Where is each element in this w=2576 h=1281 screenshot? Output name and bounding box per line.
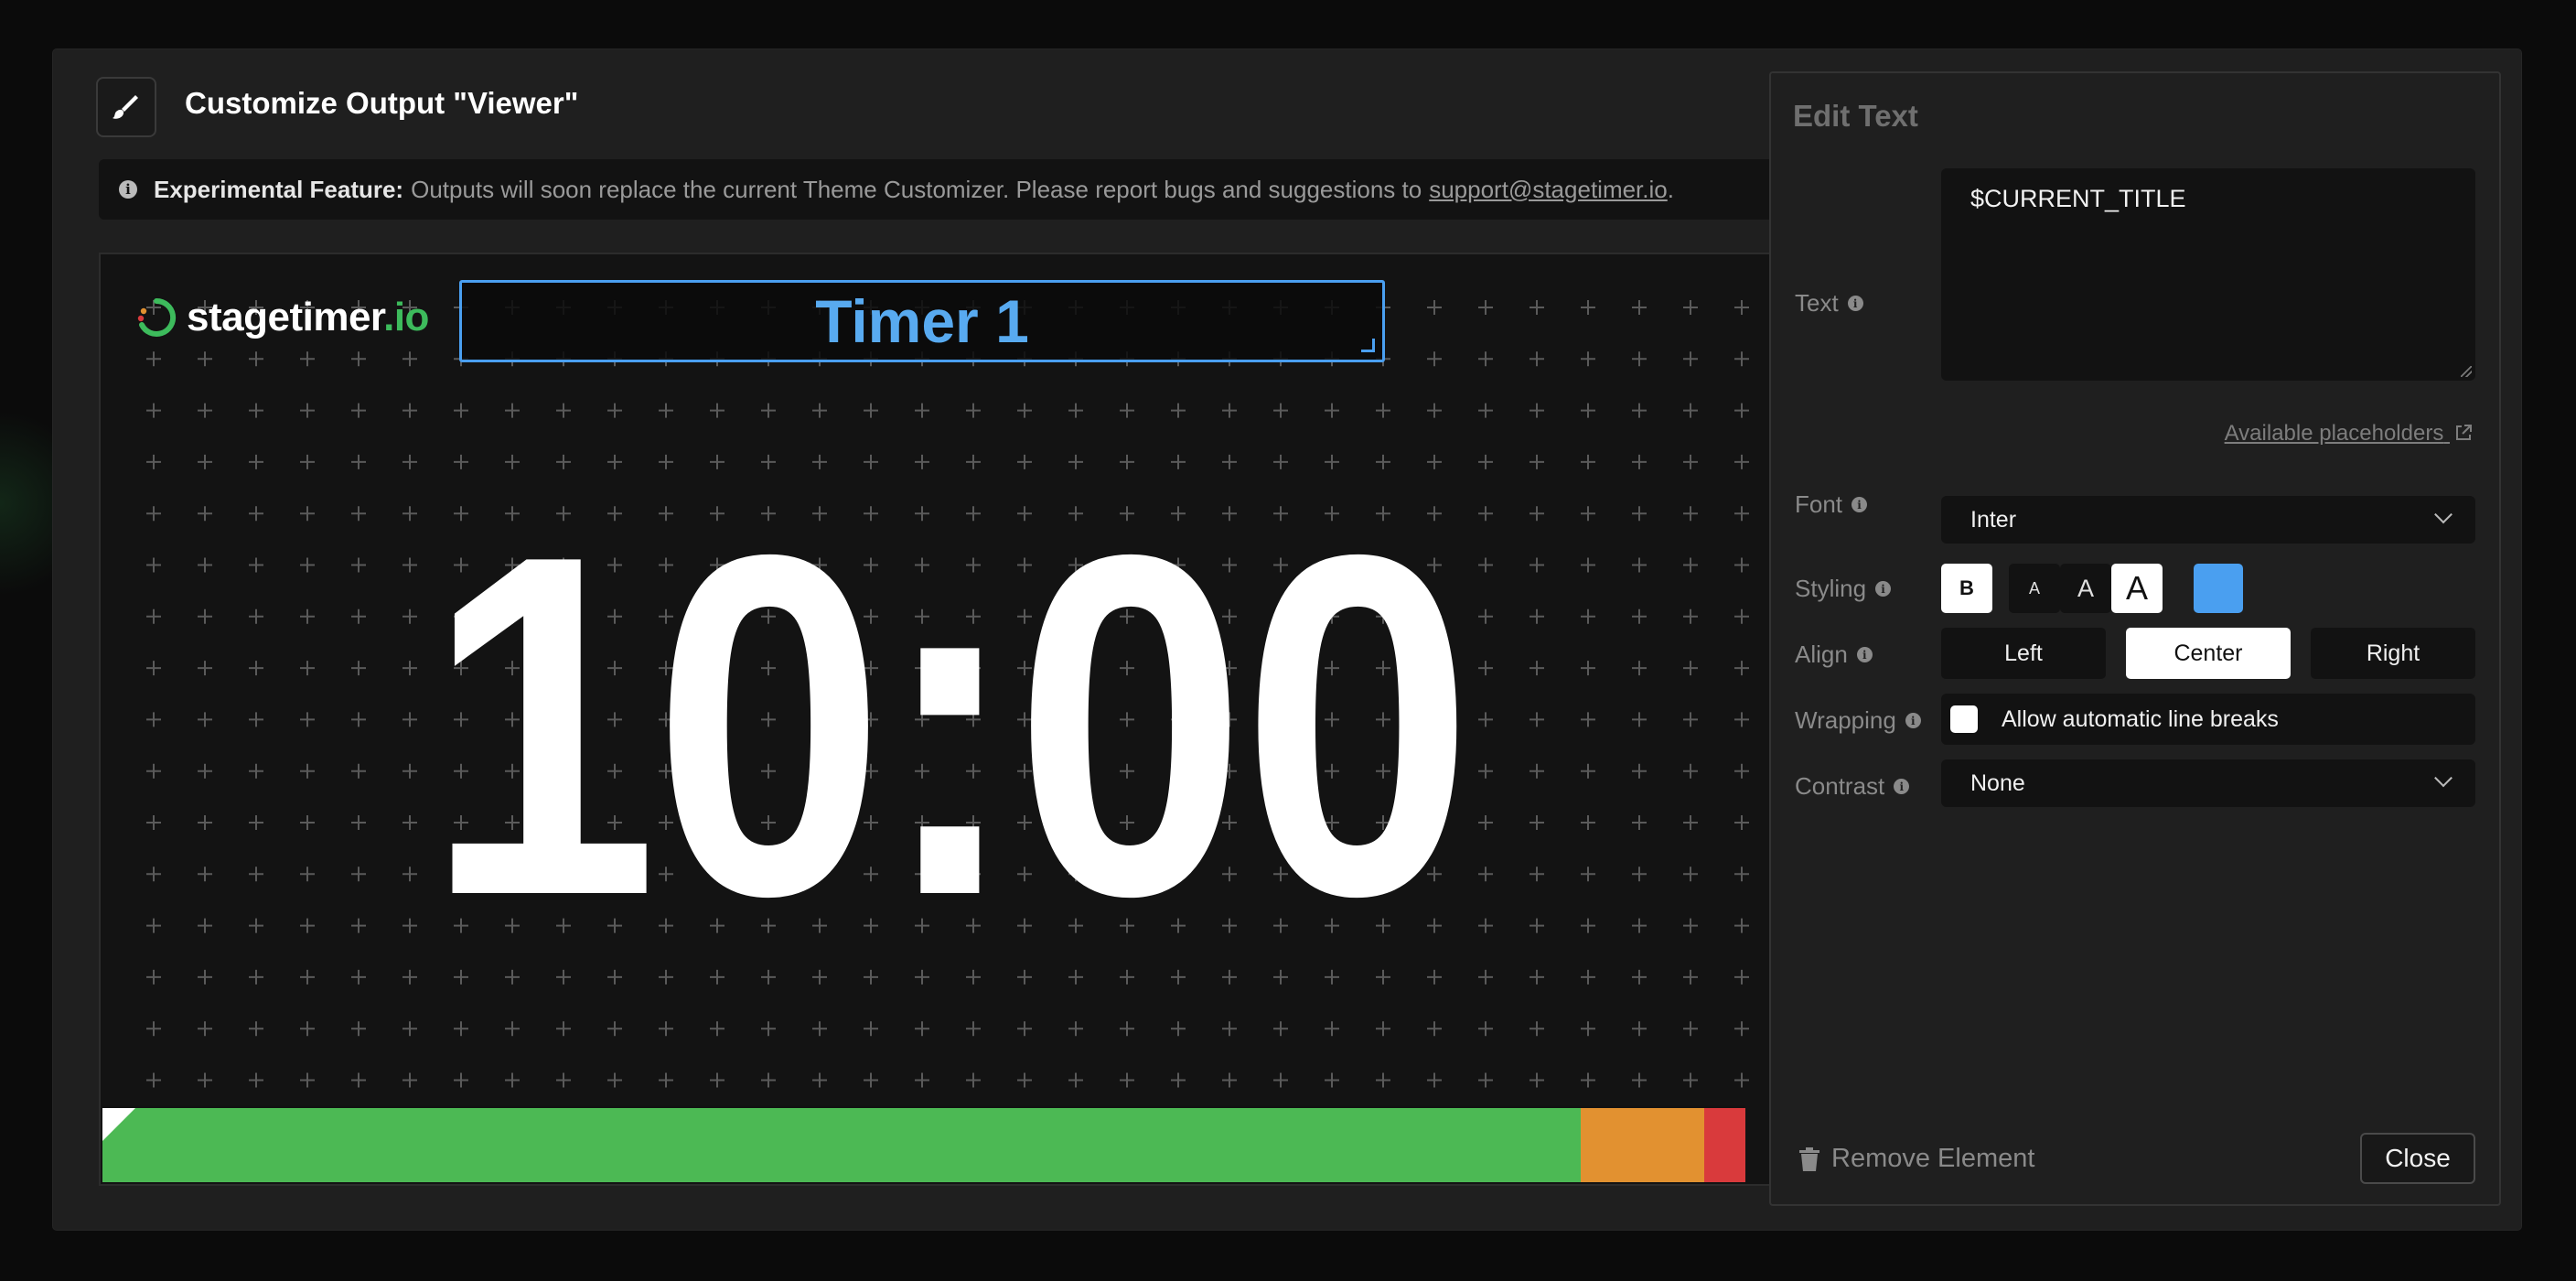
paint-brush-icon[interactable] [96, 77, 156, 137]
logo-icon [137, 297, 177, 337]
title-text: Timer 1 [815, 287, 1029, 355]
progress-orange-segment [1581, 1108, 1705, 1182]
panel-title: Edit Text [1793, 99, 1918, 133]
remove-element-button[interactable]: Remove Element [1798, 1144, 2034, 1174]
contrast-select[interactable]: None [1941, 759, 2475, 807]
timer-value: 10:00 [426, 455, 1474, 996]
title-text-element[interactable]: Timer 1 [459, 280, 1385, 362]
progress-position-marker [102, 1108, 135, 1141]
font-size-medium-button[interactable]: A [2060, 564, 2111, 613]
backdrop [0, 384, 55, 622]
align-right-button[interactable]: Right [2311, 628, 2475, 679]
wrapping-text: Allow automatic line breaks [2002, 705, 2279, 732]
wrapping-option[interactable]: Allow automatic line breaks [1941, 694, 2475, 745]
info-icon: i [1894, 779, 1910, 794]
notice-label: Experimental Feature: [154, 175, 404, 203]
align-label: Align i [1795, 640, 1873, 669]
text-input-value: $CURRENT_TITLE [1970, 185, 2186, 212]
timer-display[interactable]: 10:00 [101, 455, 1791, 996]
bold-toggle[interactable]: B [1941, 564, 1992, 613]
modal-title: Customize Output "Viewer" [185, 86, 579, 120]
output-preview-canvas[interactable]: stagetimer.io Timer 1 10:00 [99, 253, 1793, 1186]
styling-label: Styling i [1795, 575, 1892, 603]
resize-handle[interactable] [1361, 339, 1375, 352]
info-icon: i [1847, 296, 1863, 311]
font-select[interactable]: Inter [1941, 496, 2475, 544]
font-size-small-button[interactable]: A [2009, 564, 2060, 613]
chevron-down-icon [2434, 505, 2453, 524]
font-label: Font i [1795, 490, 1868, 519]
wrapping-label: Wrapping i [1795, 706, 1921, 735]
available-placeholders-link[interactable]: Available placeholders [2225, 421, 2474, 447]
info-icon: i [1856, 647, 1873, 662]
info-icon: i [1905, 713, 1921, 728]
chevron-down-icon [2434, 769, 2453, 788]
progress-bar [102, 1105, 1745, 1182]
font-size-large-button[interactable]: A [2111, 564, 2163, 613]
contrast-select-value: None [1970, 770, 2025, 796]
wrapping-checkbox[interactable] [1950, 705, 1978, 733]
notice-text: Outputs will soon replace the current Th… [411, 175, 1422, 203]
text-input[interactable]: $CURRENT_TITLE [1941, 168, 2475, 381]
remove-element-label: Remove Element [1831, 1144, 2035, 1173]
trash-icon [1799, 1146, 1819, 1171]
text-color-swatch[interactable] [2194, 564, 2243, 613]
info-icon: i [1852, 497, 1868, 512]
stagetimer-logo[interactable]: stagetimer.io [135, 295, 429, 340]
font-select-value: Inter [1970, 506, 2017, 533]
edit-text-panel: Edit Text Text i $CURRENT_TITLE Available… [1769, 71, 2501, 1206]
textarea-resize-icon[interactable] [2461, 366, 2472, 377]
support-email-link[interactable]: support@stagetimer.io [1429, 176, 1668, 204]
customize-output-modal: Customize Output "Viewer" i Experimental… [53, 49, 2521, 1230]
info-icon: i [1875, 581, 1892, 597]
experimental-notice: i Experimental Feature: Outputs will soo… [99, 159, 1793, 220]
notice-end: . [1667, 175, 1674, 203]
align-left-button[interactable]: Left [1941, 628, 2106, 679]
external-link-icon [2456, 425, 2472, 440]
progress-green-segment [102, 1108, 1582, 1182]
align-center-button[interactable]: Center [2126, 628, 2291, 679]
text-label: Text i [1795, 289, 1863, 318]
logo-text: stagetimer.io [187, 295, 429, 339]
info-icon: i [119, 180, 137, 199]
contrast-label: Contrast i [1795, 772, 1910, 801]
close-button[interactable]: Close [2360, 1133, 2475, 1184]
progress-red-segment [1704, 1108, 1745, 1182]
